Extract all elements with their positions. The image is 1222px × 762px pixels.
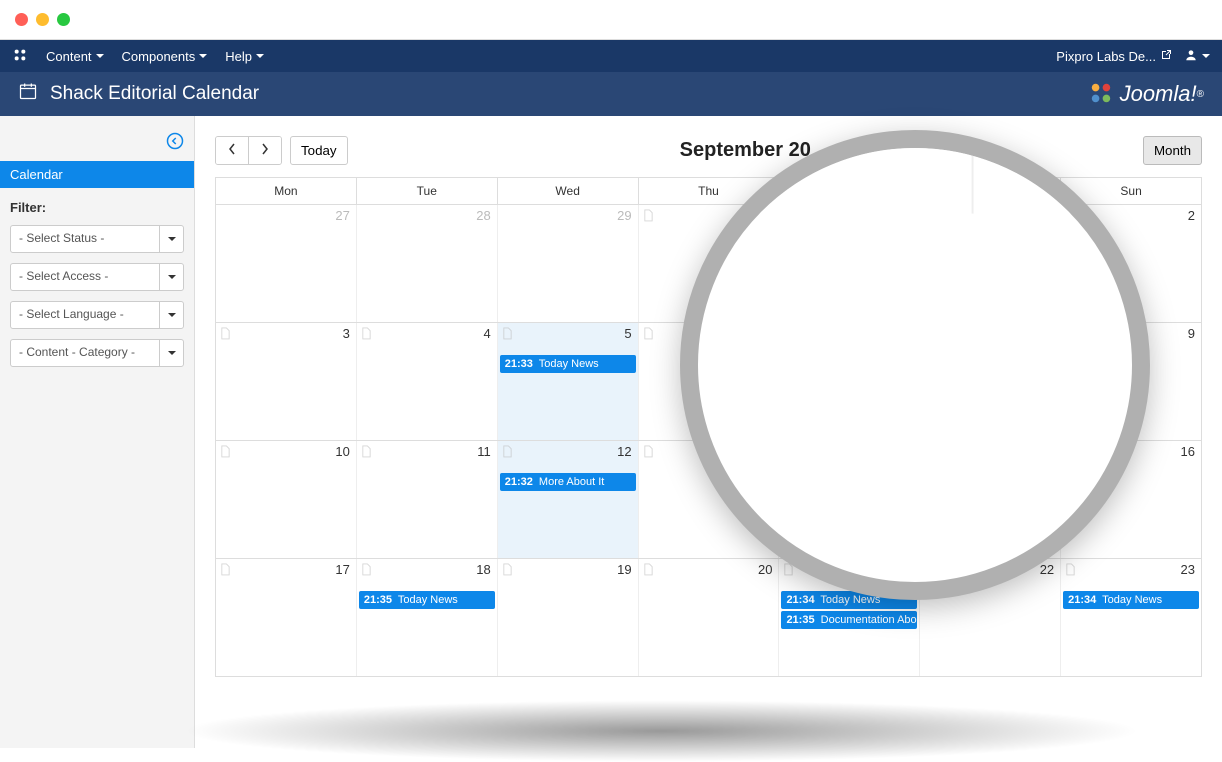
doc-icon[interactable] — [361, 327, 372, 340]
menu-components[interactable]: Components — [122, 49, 208, 64]
menu-help[interactable]: Help — [225, 49, 264, 64]
doc-icon[interactable] — [361, 445, 372, 458]
day-number: 2 — [1188, 208, 1195, 223]
calendar-cell[interactable]: 10 — [216, 441, 357, 558]
site-link[interactable]: Pixpro Labs De... — [1056, 49, 1172, 64]
calendar-cell[interactable]: 11 — [357, 441, 498, 558]
doc-icon[interactable] — [502, 327, 513, 340]
calendar-event[interactable]: 21:33 Today News — [500, 355, 636, 373]
mac-max-dot[interactable] — [57, 13, 70, 26]
top-menu-bar: Content Components Help Pixpro Labs De..… — [0, 40, 1222, 72]
day-number: 22 — [1040, 562, 1054, 577]
day-number: 27 — [335, 208, 349, 223]
user-icon — [1184, 48, 1198, 65]
sidebar: Calendar Filter: - Select Status - - Sel… — [0, 116, 195, 748]
access-select[interactable]: - Select Access - — [10, 263, 184, 291]
today-button[interactable]: Today — [290, 136, 348, 165]
weekday-header: Tue — [357, 178, 498, 204]
doc-icon[interactable] — [643, 327, 654, 340]
calendar-cell[interactable]: 19 — [498, 559, 639, 676]
day-number: 20 — [758, 562, 772, 577]
calendar-cell[interactable]: 18 21:35 Today News — [357, 559, 498, 676]
weekday-header: Mon — [216, 178, 357, 204]
chevron-down-icon — [199, 54, 207, 58]
day-number: 11 — [477, 444, 491, 459]
day-number: 17 — [335, 562, 349, 577]
calendar-event[interactable]: 21:32 More About It — [500, 473, 636, 491]
calendar-cell[interactable]: 20 — [639, 559, 780, 676]
calendar-cell[interactable]: 12 21:32 More About It — [498, 441, 639, 558]
chevron-down-icon — [168, 313, 176, 317]
registered-mark: ® — [1197, 89, 1204, 100]
calendar-icon — [18, 81, 38, 107]
mac-close-dot[interactable] — [15, 13, 28, 26]
calendar-event[interactable]: 21:35 Today News — [359, 591, 495, 609]
calendar-cell[interactable]: 4 — [357, 323, 498, 440]
status-select[interactable]: - Select Status - — [10, 225, 184, 253]
doc-icon[interactable] — [220, 445, 231, 458]
magnifier-overlay: 5 21:33 Today News 12 2 More About It — [680, 130, 1150, 600]
doc-icon[interactable] — [502, 563, 513, 576]
day-number: 9 — [1188, 326, 1195, 341]
drop-shadow — [180, 700, 1142, 762]
calendar-cell[interactable]: 5 21:33 Today News — [498, 323, 639, 440]
calendar-cell[interactable]: 29 — [498, 205, 639, 322]
chevron-down-icon — [96, 54, 104, 58]
calendar-row: 171821:35 Today News19202121:34 Today Ne… — [216, 558, 1201, 676]
day-number: 23 — [1181, 562, 1195, 577]
calendar-cell[interactable]: 27 — [216, 205, 357, 322]
chevron-down-icon — [168, 351, 176, 355]
calendar-cell[interactable]: 17 — [216, 559, 357, 676]
calendar-cell[interactable]: 3 — [216, 323, 357, 440]
page-title: Shack Editorial Calendar — [50, 83, 259, 105]
day-number: 18 — [476, 562, 490, 577]
joomla-icon[interactable] — [12, 47, 28, 66]
calendar-cell[interactable]: 23 21:34 Today News — [1061, 559, 1201, 676]
day-number: 5 — [624, 326, 631, 341]
joomla-brand-icon — [1088, 80, 1114, 109]
day-number: 19 — [617, 562, 631, 577]
menu-content[interactable]: Content — [46, 49, 104, 64]
sidebar-tab-calendar[interactable]: Calendar — [0, 161, 194, 188]
mac-min-dot[interactable] — [36, 13, 49, 26]
doc-icon[interactable] — [361, 563, 372, 576]
chevron-down-icon — [168, 275, 176, 279]
chevron-down-icon — [1202, 54, 1210, 58]
external-link-icon — [1160, 49, 1172, 64]
doc-icon[interactable] — [220, 327, 231, 340]
category-select[interactable]: - Content - Category - — [10, 339, 184, 367]
calendar-event[interactable]: 21:35 Documentation About Joomla — [781, 611, 917, 629]
mac-titlebar — [0, 0, 1222, 40]
calendar-event[interactable]: 21:34 Today News — [1063, 591, 1199, 609]
day-number: 10 — [335, 444, 349, 459]
chevron-down-icon — [256, 54, 264, 58]
day-number: 4 — [483, 326, 490, 341]
calendar-cell[interactable]: 28 — [357, 205, 498, 322]
month-view-button[interactable]: Month — [1143, 136, 1202, 165]
collapse-sidebar-icon[interactable] — [166, 138, 184, 153]
joomla-brand-text: Joomla! — [1120, 81, 1197, 107]
day-number: 29 — [617, 208, 631, 223]
prev-button[interactable] — [216, 137, 248, 164]
language-select[interactable]: - Select Language - — [10, 301, 184, 329]
page-titlebar: Shack Editorial Calendar Joomla! ® — [0, 72, 1222, 116]
filter-label: Filter: — [10, 200, 184, 215]
day-number: 12 — [617, 444, 631, 459]
doc-icon[interactable] — [643, 209, 654, 222]
chevron-down-icon — [168, 237, 176, 241]
doc-icon[interactable] — [643, 445, 654, 458]
day-number: 3 — [343, 326, 350, 341]
next-button[interactable] — [248, 137, 281, 164]
day-number: 16 — [1181, 444, 1195, 459]
doc-icon[interactable] — [1065, 563, 1076, 576]
weekday-header: Wed — [498, 178, 639, 204]
day-number: 28 — [476, 208, 490, 223]
doc-icon[interactable] — [643, 563, 654, 576]
doc-icon[interactable] — [502, 445, 513, 458]
nav-button-group — [215, 136, 282, 165]
doc-icon[interactable] — [220, 563, 231, 576]
user-menu[interactable] — [1184, 48, 1210, 65]
